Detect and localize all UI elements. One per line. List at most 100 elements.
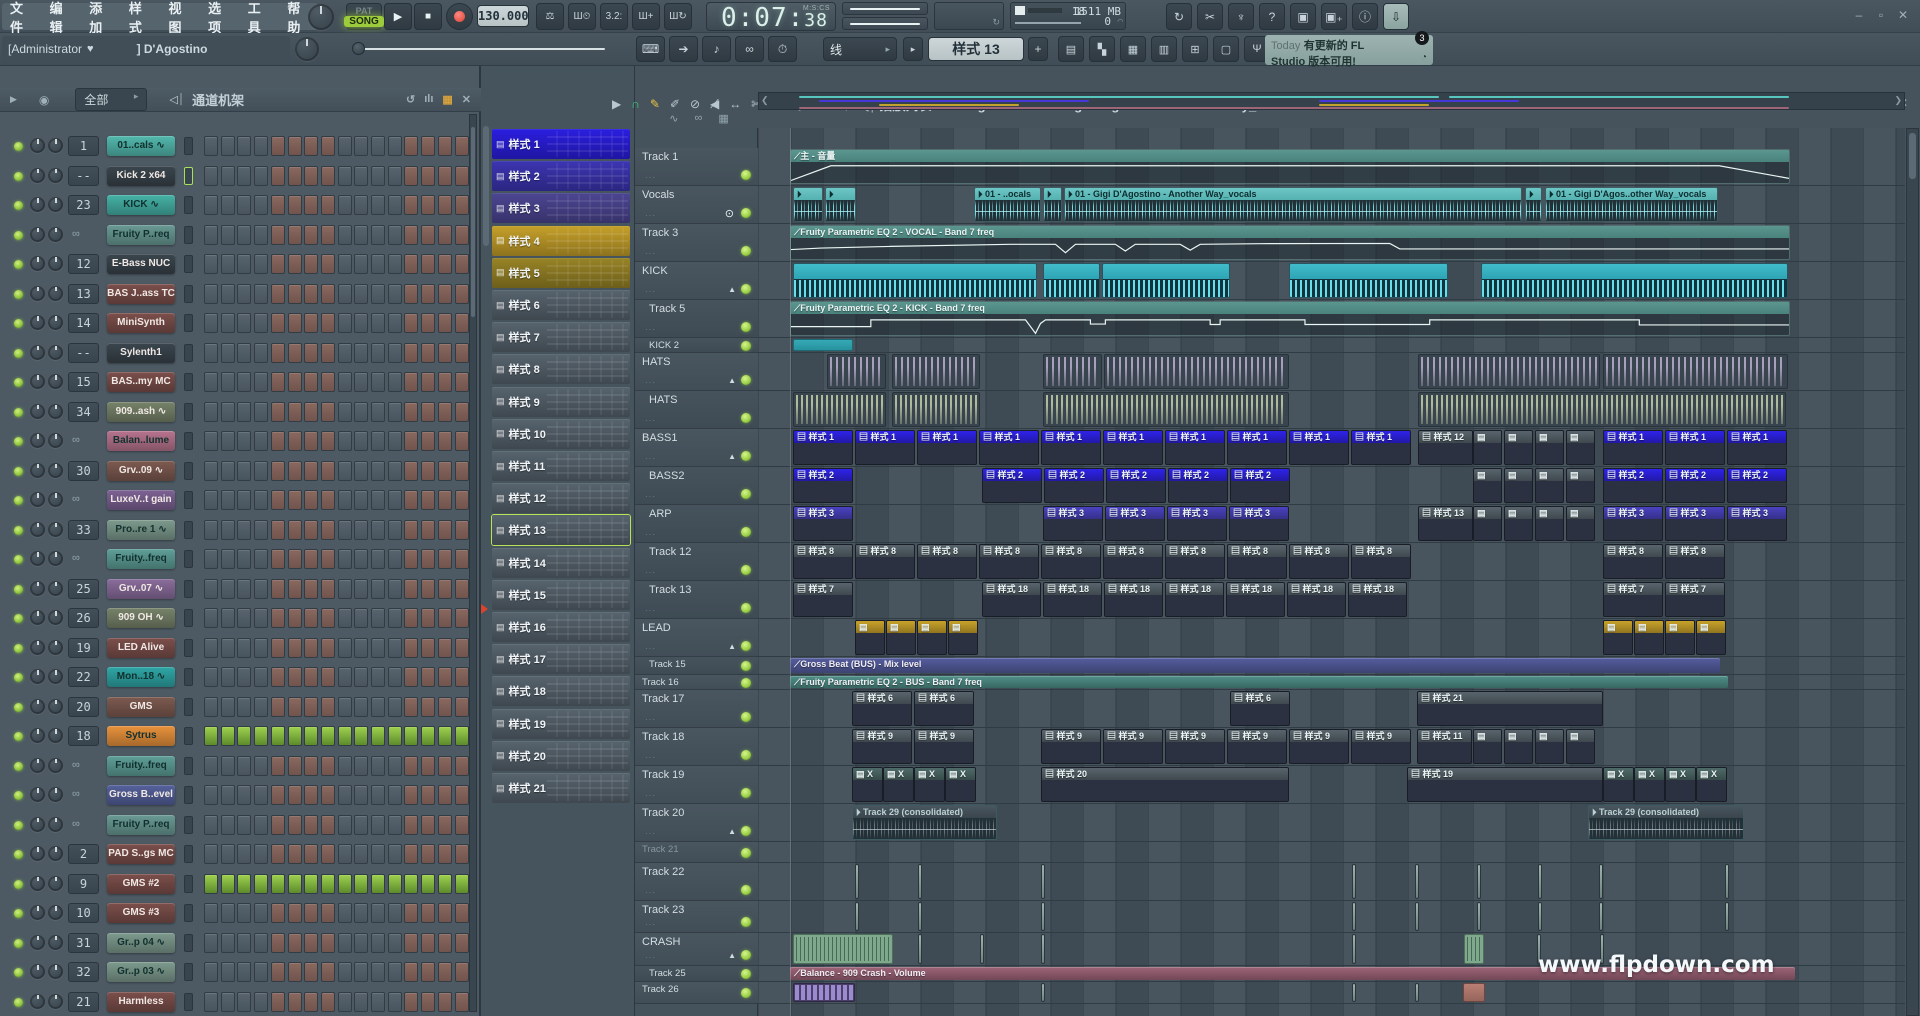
pattern-clip[interactable]: ▤ 样式 3 bbox=[1167, 506, 1227, 541]
step-cell[interactable] bbox=[271, 579, 285, 599]
step-cell[interactable] bbox=[237, 136, 251, 156]
step-cell[interactable] bbox=[354, 225, 368, 245]
channel-pan-knob[interactable] bbox=[30, 256, 45, 271]
kick-clip[interactable] bbox=[1043, 263, 1100, 298]
step-cell[interactable] bbox=[237, 962, 251, 982]
step-cell[interactable] bbox=[221, 962, 235, 982]
step-cell[interactable] bbox=[321, 844, 335, 864]
step-cell[interactable] bbox=[421, 136, 435, 156]
step-cell[interactable] bbox=[271, 785, 285, 805]
kick-clip[interactable] bbox=[1481, 263, 1788, 298]
channel-button[interactable]: LED Alive bbox=[107, 638, 175, 658]
step-cell[interactable] bbox=[321, 785, 335, 805]
step-cell[interactable] bbox=[304, 992, 318, 1012]
step-cell[interactable] bbox=[321, 313, 335, 333]
step-cell[interactable] bbox=[204, 697, 218, 717]
step-cell[interactable] bbox=[321, 402, 335, 422]
step-cell[interactable] bbox=[354, 372, 368, 392]
track-led[interactable] bbox=[741, 375, 751, 385]
step-cell[interactable] bbox=[321, 490, 335, 510]
step-cell[interactable] bbox=[404, 579, 418, 599]
pattern-clip[interactable]: ▤ 样式 3 bbox=[1043, 506, 1103, 541]
channel-pan-knob[interactable] bbox=[30, 699, 45, 714]
channel-button[interactable]: Sytrus bbox=[107, 726, 175, 746]
channel-mini-slider[interactable] bbox=[184, 550, 193, 568]
channel-button[interactable]: 909 OH ∿ bbox=[107, 608, 175, 628]
step-cell[interactable] bbox=[321, 549, 335, 569]
channel-led[interactable] bbox=[14, 231, 23, 240]
step-cell[interactable] bbox=[404, 815, 418, 835]
step-cell[interactable] bbox=[221, 343, 235, 363]
pattern-clip[interactable]: ▤ bbox=[1473, 430, 1502, 465]
step-cell[interactable] bbox=[237, 254, 251, 274]
track-header[interactable]: Track 20▲··· bbox=[635, 804, 758, 842]
pattern-item[interactable]: ▤样式 4 bbox=[492, 226, 630, 256]
channel-led[interactable] bbox=[14, 260, 23, 269]
step-cell[interactable] bbox=[371, 136, 385, 156]
stepseq-panel-icon[interactable]: ▚ bbox=[1089, 36, 1115, 62]
step-cell[interactable] bbox=[354, 520, 368, 540]
pattern-clip[interactable]: ▤ X bbox=[914, 767, 945, 802]
channel-button[interactable]: BAS J..ass TC bbox=[107, 284, 175, 304]
play-tool-icon[interactable]: ▶ bbox=[612, 97, 621, 111]
pattern-clip[interactable]: ▤ 样式 1 bbox=[1727, 430, 1787, 465]
step-cell[interactable] bbox=[404, 874, 418, 894]
channel-pan-knob[interactable] bbox=[30, 463, 45, 478]
pattern-item[interactable]: ▤样式 21 bbox=[492, 773, 630, 803]
channel-mini-slider[interactable] bbox=[184, 845, 193, 863]
step-cell[interactable] bbox=[271, 284, 285, 304]
channel-target-number[interactable]: ∞ bbox=[72, 434, 80, 446]
step-cell[interactable] bbox=[288, 343, 302, 363]
channel-mini-slider[interactable] bbox=[184, 314, 193, 332]
step-cell[interactable] bbox=[221, 166, 235, 186]
step-cell[interactable] bbox=[438, 844, 452, 864]
step-cell[interactable] bbox=[371, 225, 385, 245]
undo-icon[interactable]: ↺ bbox=[406, 93, 415, 106]
channel-led[interactable] bbox=[14, 850, 23, 859]
snap-selector[interactable]: 线 ▸ bbox=[823, 37, 897, 61]
step-cell[interactable] bbox=[388, 638, 402, 658]
crash-audio-clip[interactable] bbox=[1464, 934, 1484, 964]
channel-volume-knob[interactable] bbox=[48, 492, 63, 507]
stab-clip[interactable] bbox=[1599, 902, 1603, 931]
step-cell[interactable] bbox=[354, 254, 368, 274]
step-cell[interactable] bbox=[254, 785, 268, 805]
step-cell[interactable] bbox=[237, 372, 251, 392]
step-cell[interactable] bbox=[371, 520, 385, 540]
pattern-clip[interactable]: ▤ 样式 7 bbox=[793, 582, 853, 617]
step-cell[interactable] bbox=[271, 166, 285, 186]
rack-speaker-icon[interactable]: ◁⏐ bbox=[169, 93, 184, 107]
pattern-clip[interactable]: ▤ 样式 18 bbox=[1287, 582, 1346, 617]
stab-clip[interactable] bbox=[1538, 864, 1542, 899]
step-cell[interactable] bbox=[388, 225, 402, 245]
step-cell[interactable] bbox=[237, 874, 251, 894]
step-cell[interactable] bbox=[421, 520, 435, 540]
track-header[interactable]: Track 3··· bbox=[635, 224, 758, 262]
countdown-icon[interactable]: 3.2: bbox=[600, 3, 628, 30]
step-cell[interactable] bbox=[338, 874, 352, 894]
step-cell[interactable] bbox=[404, 461, 418, 481]
step-cell[interactable] bbox=[338, 785, 352, 805]
step-cell[interactable] bbox=[388, 962, 402, 982]
step-cell[interactable] bbox=[338, 903, 352, 923]
stab-clip[interactable] bbox=[1538, 902, 1542, 931]
step-cell[interactable] bbox=[321, 608, 335, 628]
step-cell[interactable] bbox=[321, 166, 335, 186]
channel-mini-slider[interactable] bbox=[184, 668, 193, 686]
channel-target-number[interactable]: 19 bbox=[68, 638, 99, 658]
step-cell[interactable] bbox=[455, 697, 469, 717]
step-cell[interactable] bbox=[371, 608, 385, 628]
step-cell[interactable] bbox=[204, 490, 218, 510]
step-cell[interactable] bbox=[404, 166, 418, 186]
step-cell[interactable] bbox=[388, 313, 402, 333]
channel-led[interactable] bbox=[14, 968, 23, 977]
pattern-clip[interactable]: ▤ 样式 9 bbox=[1165, 729, 1225, 764]
channel-pan-knob[interactable] bbox=[30, 286, 45, 301]
stab-clip[interactable] bbox=[980, 934, 984, 964]
channel-target-number[interactable]: ∞ bbox=[72, 788, 80, 800]
step-cell[interactable] bbox=[421, 579, 435, 599]
collapse-icon[interactable]: ▲ bbox=[728, 642, 736, 651]
step-cell[interactable] bbox=[237, 844, 251, 864]
step-cell[interactable] bbox=[271, 225, 285, 245]
step-cell[interactable] bbox=[271, 402, 285, 422]
